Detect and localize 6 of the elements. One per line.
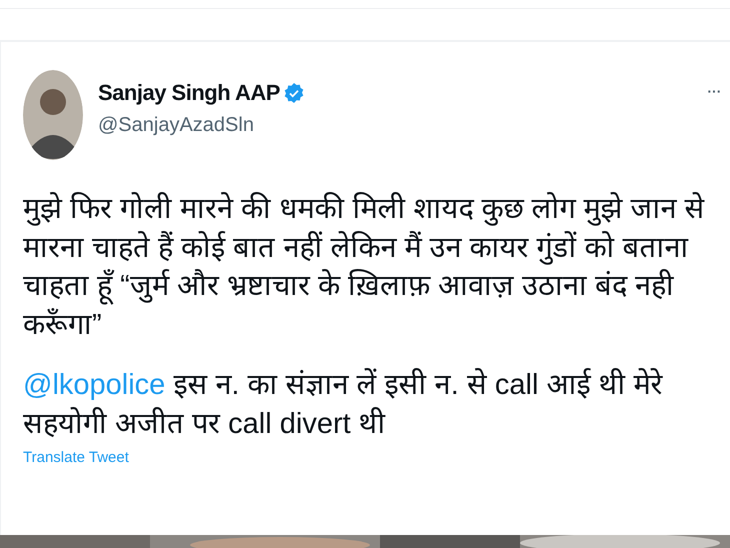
tweet-text: मुझे फिर गोली मारने की धमकी मिली शायद कुछ लोग मुझे जान से मारना चाहते हैं कोई बात नहीं लेकिन मैं उन कायर गुंडों को बताना चाहता हूँ “जुर्म और भ्रष्टाचार के ख़िलाफ़ आवाज़ उठाना बंद नही करूँगा” [23,191,706,342]
avatar[interactable] [23,70,83,160]
more-button[interactable]: ··· [706,80,720,103]
author-handle[interactable]: @SanjayAzadSln [98,114,706,137]
tweet-text: @lkopolice इस न. का संज्ञान लें इसी न. से call आई थी मेरे सहयोगी अजीत पर call divert थी [23,367,664,442]
author-name[interactable]: Sanjay Singh AAP [98,80,280,106]
